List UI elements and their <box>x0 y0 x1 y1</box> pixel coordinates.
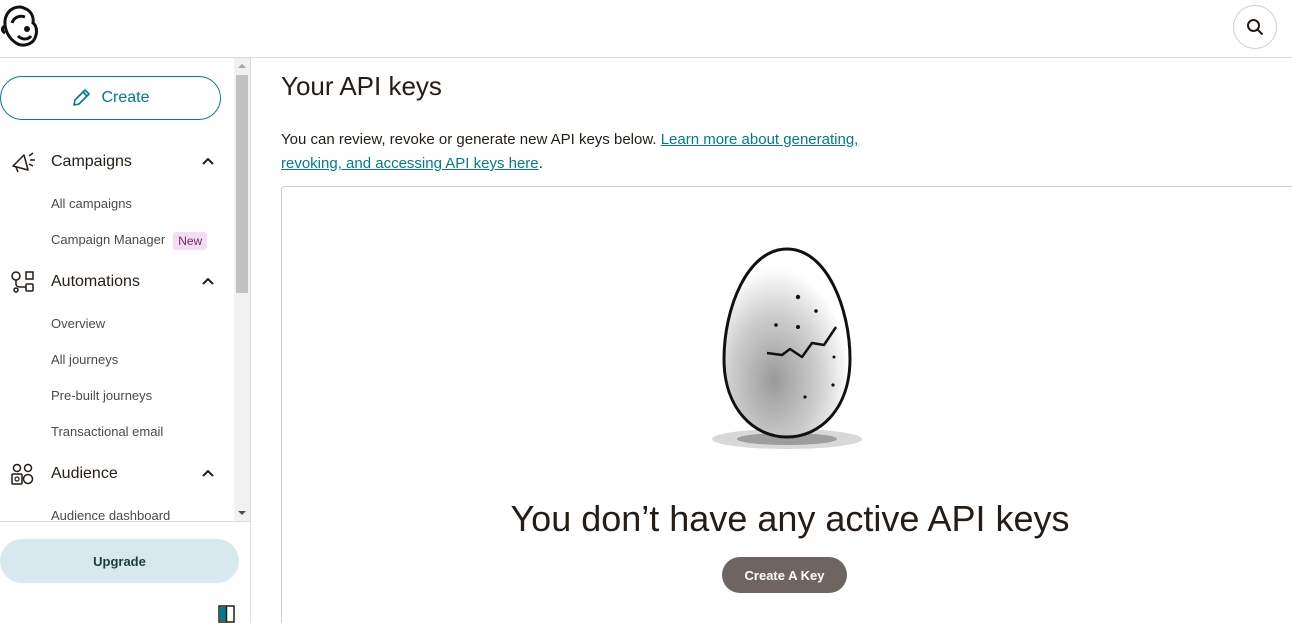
create-api-key-button[interactable]: Create A Key <box>722 557 847 593</box>
megaphone-icon <box>12 152 35 173</box>
sidebar-divider <box>0 521 250 522</box>
sidebar-item-transactional-email[interactable]: Transactional email <box>51 422 163 442</box>
sidebar: Create Campaigns All campaigns Campaign … <box>0 58 251 623</box>
upgrade-button[interactable]: Upgrade <box>0 539 239 583</box>
sidebar-section-label: Campaigns <box>51 153 132 170</box>
sidebar-section-automations[interactable]: Automations <box>0 264 234 300</box>
sidebar-item-audience-dashboard[interactable]: Audience dashboard <box>51 506 170 521</box>
scrollbar-thumb[interactable] <box>236 75 248 293</box>
mailchimp-logo-icon[interactable] <box>0 3 40 49</box>
sidebar-item-overview[interactable]: Overview <box>51 314 105 334</box>
page-title: Your API keys <box>281 71 442 101</box>
sidebar-item-label: Pre-built journeys <box>51 388 153 403</box>
pencil-icon <box>73 89 91 106</box>
search-button[interactable] <box>1233 5 1277 49</box>
empty-state-card: You don’t have any active API keys Creat… <box>281 186 1292 623</box>
chevron-up-icon[interactable] <box>201 156 215 166</box>
top-bar <box>0 0 1292 58</box>
scroll-up-arrow-icon[interactable] <box>234 58 250 74</box>
page-description: You can review, revoke or generate new A… <box>281 128 871 176</box>
sidebar-item-label: Audience dashboard <box>51 508 171 521</box>
description-text: You can review, revoke or generate new A… <box>281 131 661 148</box>
sidebar-item-label: Overview <box>51 316 106 331</box>
sidebar-section-label: Automations <box>51 273 140 290</box>
chevron-up-icon[interactable] <box>201 276 215 286</box>
sidebar-scrollbar[interactable] <box>234 58 250 521</box>
sidebar-section-audience[interactable]: Audience <box>0 456 234 492</box>
scroll-down-arrow-icon[interactable] <box>234 505 250 521</box>
sidebar-item-label: Transactional email <box>51 424 164 439</box>
automation-flow-icon <box>11 271 34 293</box>
create-button[interactable]: Create <box>0 76 221 120</box>
upgrade-button-label: Upgrade <box>93 553 146 569</box>
sidebar-item-label: All campaigns <box>51 196 132 211</box>
sidebar-item-campaign-manager[interactable]: Campaign Manager New <box>51 230 208 250</box>
create-button-label: Create <box>101 89 150 106</box>
create-api-key-label: Create A Key <box>744 567 825 583</box>
sidebar-item-pre-built-journeys[interactable]: Pre-built journeys <box>51 386 152 406</box>
sidebar-item-all-campaigns[interactable]: All campaigns <box>51 194 132 214</box>
search-icon <box>1247 19 1263 35</box>
empty-state-title: You don’t have any active API keys <box>510 498 1070 539</box>
sidebar-item-all-journeys[interactable]: All journeys <box>51 350 118 370</box>
description-end: . <box>538 155 543 172</box>
sidebar-nav: Create Campaigns All campaigns Campaign … <box>0 58 234 521</box>
audience-icon <box>11 463 34 485</box>
chevron-up-icon[interactable] <box>201 468 215 478</box>
collapse-sidebar-icon[interactable] <box>218 605 235 623</box>
sidebar-section-label: Audience <box>51 465 118 482</box>
main-content: Your API keys You can review, revoke or … <box>251 58 1292 623</box>
cracked-egg-illustration <box>712 247 862 449</box>
new-badge: New <box>173 231 208 250</box>
sidebar-section-campaigns[interactable]: Campaigns <box>0 144 234 180</box>
sidebar-item-label: Campaign Manager <box>51 232 166 247</box>
sidebar-item-label: All journeys <box>51 352 119 367</box>
